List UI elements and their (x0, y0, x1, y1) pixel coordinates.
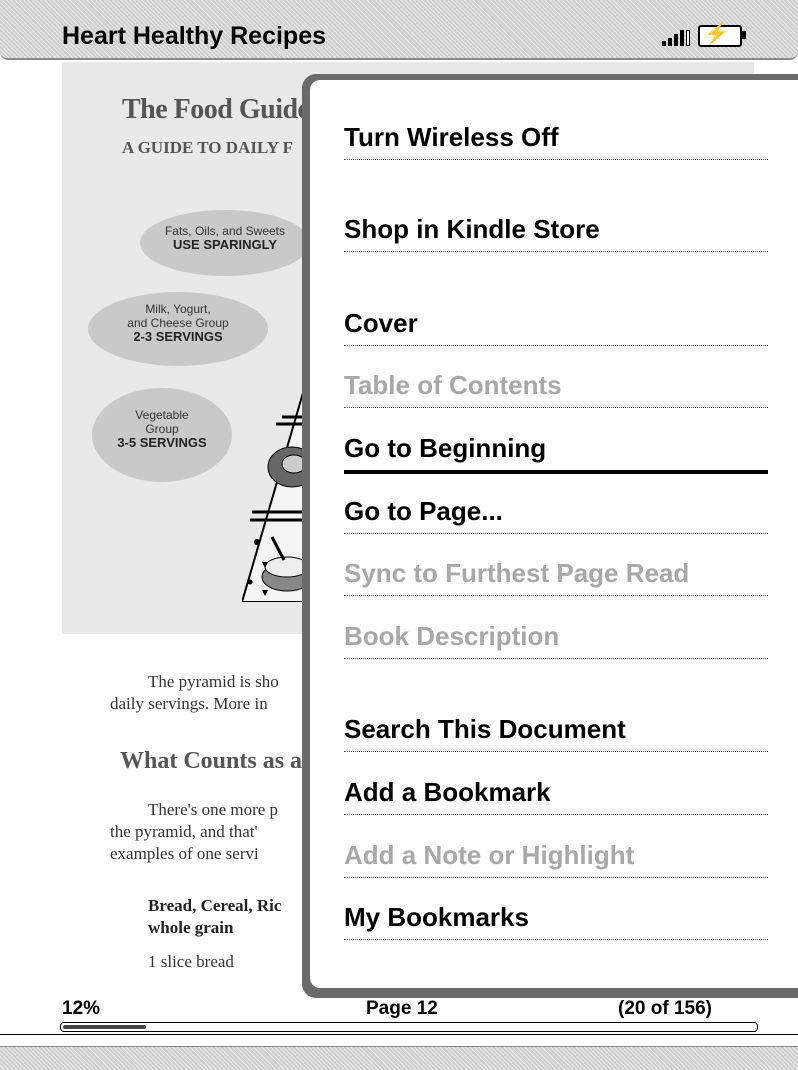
food-group-line: whole grain (148, 918, 234, 937)
progress-percent: 12% (62, 998, 101, 1019)
bubble-fats-servings: USE SPARINGLY (172, 237, 278, 252)
menu-item-go-to-page[interactable]: Go to Page... (344, 496, 768, 534)
bubble-milk-text2: and Cheese Group (127, 316, 229, 330)
signal-strength-icon (662, 28, 690, 46)
menu-item-book-description[interactable]: Book Description (344, 621, 768, 659)
progress-bar (60, 1022, 758, 1032)
bottom-bar (0, 1046, 798, 1070)
location-indicator: (20 of 156) (618, 998, 712, 1019)
menu-item-add-note-highlight[interactable]: Add a Note or Highlight (344, 840, 768, 878)
progress-fill (63, 1025, 146, 1029)
paragraph-line: daily servings. More in (110, 694, 268, 713)
page-number: Page 12 (366, 998, 438, 1019)
paragraph-line: The pyramid is sho (148, 672, 279, 691)
paragraph-line: the pyramid, and that' (110, 822, 258, 841)
bubble-veg-text2: Group (145, 422, 179, 436)
menu-item-turn-wireless-off[interactable]: Turn Wireless Off (344, 122, 768, 160)
paragraph-line: examples of one servi (110, 844, 259, 863)
bubble-milk-text1: Milk, Yogurt, (145, 302, 211, 316)
menu-item-add-bookmark[interactable]: Add a Bookmark (344, 777, 768, 815)
bubble-veg-servings: 3-5 SERVINGS (117, 435, 207, 450)
book-title: Heart Healthy Recipes (62, 22, 327, 50)
menu-item-go-to-beginning[interactable]: Go to Beginning (344, 433, 768, 474)
menu-item-search-document[interactable]: Search This Document (344, 714, 768, 752)
battery-charging-icon: ⚡ (698, 23, 746, 47)
menu-item-cover[interactable]: Cover (344, 308, 768, 346)
bubble-milk-servings: 2-3 SERVINGS (133, 329, 223, 344)
status-bar: Heart Healthy Recipes ⚡ (0, 0, 798, 60)
menu-item-my-bookmarks[interactable]: My Bookmarks (344, 902, 768, 940)
menu-item-sync-furthest-page[interactable]: Sync to Furthest Page Read (344, 558, 768, 596)
illustration-subheading: A GUIDE TO DAILY F (122, 138, 293, 157)
paragraph-line: There's one more p (148, 800, 279, 819)
menu-item-shop-kindle-store[interactable]: Shop in Kindle Store (344, 214, 768, 252)
serving-example: 1 slice bread (148, 952, 234, 971)
bubble-fats: Fats, Oils, and Sweets USE SPARINGLY (140, 210, 310, 276)
section-heading: What Counts as a (120, 748, 303, 774)
bubble-veg-text1: Vegetable (135, 408, 189, 422)
divider (0, 1034, 798, 1035)
bubble-milk: Milk, Yogurt, and Cheese Group 2-3 SERVI… (88, 292, 268, 366)
food-group-line: Bread, Cereal, Ric (148, 896, 282, 915)
menu-item-table-of-contents[interactable]: Table of Contents (344, 370, 768, 408)
bubble-fats-text: Fats, Oils, and Sweets (164, 224, 286, 238)
bubble-vegetable: Vegetable Group 3-5 SERVINGS (92, 388, 232, 482)
illustration-heading: The Food Guide P (122, 94, 333, 125)
